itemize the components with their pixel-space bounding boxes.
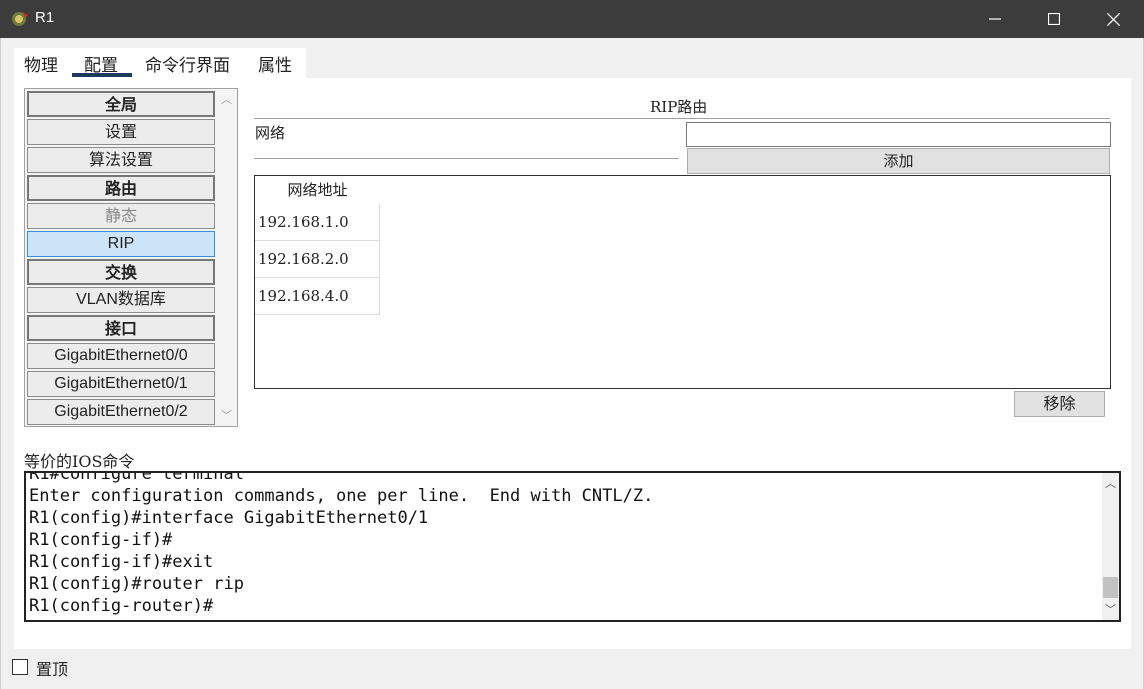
always-on-top-checkbox[interactable] [12, 659, 28, 675]
active-tab-indicator [72, 73, 132, 77]
tab-cli[interactable]: 命令行界面 [145, 51, 230, 76]
remove-button[interactable]: 移除 [1014, 391, 1105, 417]
chevron-down-icon[interactable]: ﹀ [221, 407, 232, 423]
table-row[interactable]: 192.168.2.0 [255, 241, 380, 278]
sidebar: 全局 设置 算法设置 路由 静态 RIP 交换 VLAN数据库 接口 Gigab… [24, 88, 238, 427]
tab-bar: 物理 配置 命令行界面 属性 [14, 48, 306, 78]
config-panel: 全局 设置 算法设置 路由 静态 RIP 交换 VLAN数据库 接口 Gigab… [14, 78, 1131, 649]
network-input[interactable] [686, 122, 1111, 147]
ios-commands-label: 等价的IOS命令 [24, 452, 135, 471]
ios-console[interactable]: R1#configure terminal Enter configuration… [24, 471, 1121, 622]
sidebar-item-gig0-0[interactable]: GigabitEthernet0/0 [27, 343, 215, 369]
sidebar-item-global[interactable]: 全局 [27, 91, 215, 117]
sidebar-item-vlan-database[interactable]: VLAN数据库 [27, 287, 215, 313]
sidebar-item-algorithm-settings[interactable]: 算法设置 [27, 147, 215, 173]
minimize-button[interactable] [966, 0, 1024, 38]
network-label: 网络 [255, 124, 286, 142]
tab-attributes[interactable]: 属性 [258, 51, 292, 76]
title-bar: R1 [0, 0, 1144, 38]
console-line: R1(config-if)# [29, 530, 173, 550]
add-button[interactable]: 添加 [687, 148, 1110, 174]
window-title: R1 [35, 9, 55, 26]
sidebar-item-gig0-2[interactable]: GigabitEthernet0/2 [27, 399, 215, 425]
sidebar-scrollbar[interactable]: ︿ ﹀ [218, 89, 237, 426]
console-line: Enter configuration commands, one per li… [29, 486, 654, 506]
console-line: R1(config)#router rip [29, 574, 244, 594]
network-address-table: 网络地址 192.168.1.0 192.168.2.0 192.168.4.0 [254, 175, 1111, 389]
table-row[interactable]: 192.168.4.0 [255, 278, 380, 315]
divider [254, 118, 1110, 119]
sidebar-item-static[interactable]: 静态 [27, 203, 215, 229]
console-line: R1#configure terminal [29, 471, 244, 484]
sidebar-item-gig0-1[interactable]: GigabitEthernet0/1 [27, 371, 215, 397]
close-button[interactable] [1084, 0, 1142, 38]
console-line: R1(config-if)#exit [29, 552, 214, 572]
maximize-button[interactable] [1025, 0, 1083, 38]
table-row[interactable]: 192.168.1.0 [255, 204, 380, 241]
sidebar-item-routing[interactable]: 路由 [27, 175, 215, 201]
console-scrollbar[interactable]: ︿ ﹀ [1102, 473, 1119, 620]
tab-physical[interactable]: 物理 [24, 51, 58, 76]
chevron-up-icon[interactable]: ︿ [221, 91, 232, 107]
console-output: R1#configure terminal Enter configuration… [29, 471, 654, 617]
divider [254, 158, 679, 159]
chevron-down-icon[interactable]: ﹀ [1105, 601, 1116, 617]
sidebar-item-switching[interactable]: 交换 [27, 259, 215, 285]
sidebar-item-rip[interactable]: RIP [27, 231, 215, 257]
router-app-icon [10, 9, 30, 29]
scrollbar-thumb[interactable] [1103, 577, 1118, 598]
console-line: R1(config-router)# [29, 596, 214, 616]
sidebar-item-settings[interactable]: 设置 [27, 119, 215, 145]
rip-section-title: RIP路由 [650, 98, 708, 116]
column-header-network-address: 网络地址 [287, 181, 348, 199]
sidebar-item-interface[interactable]: 接口 [27, 315, 215, 341]
console-line: R1(config)#interface GigabitEthernet0/1 [29, 508, 429, 528]
always-on-top-label: 置顶 [36, 660, 69, 679]
chevron-up-icon[interactable]: ︿ [1105, 475, 1116, 491]
